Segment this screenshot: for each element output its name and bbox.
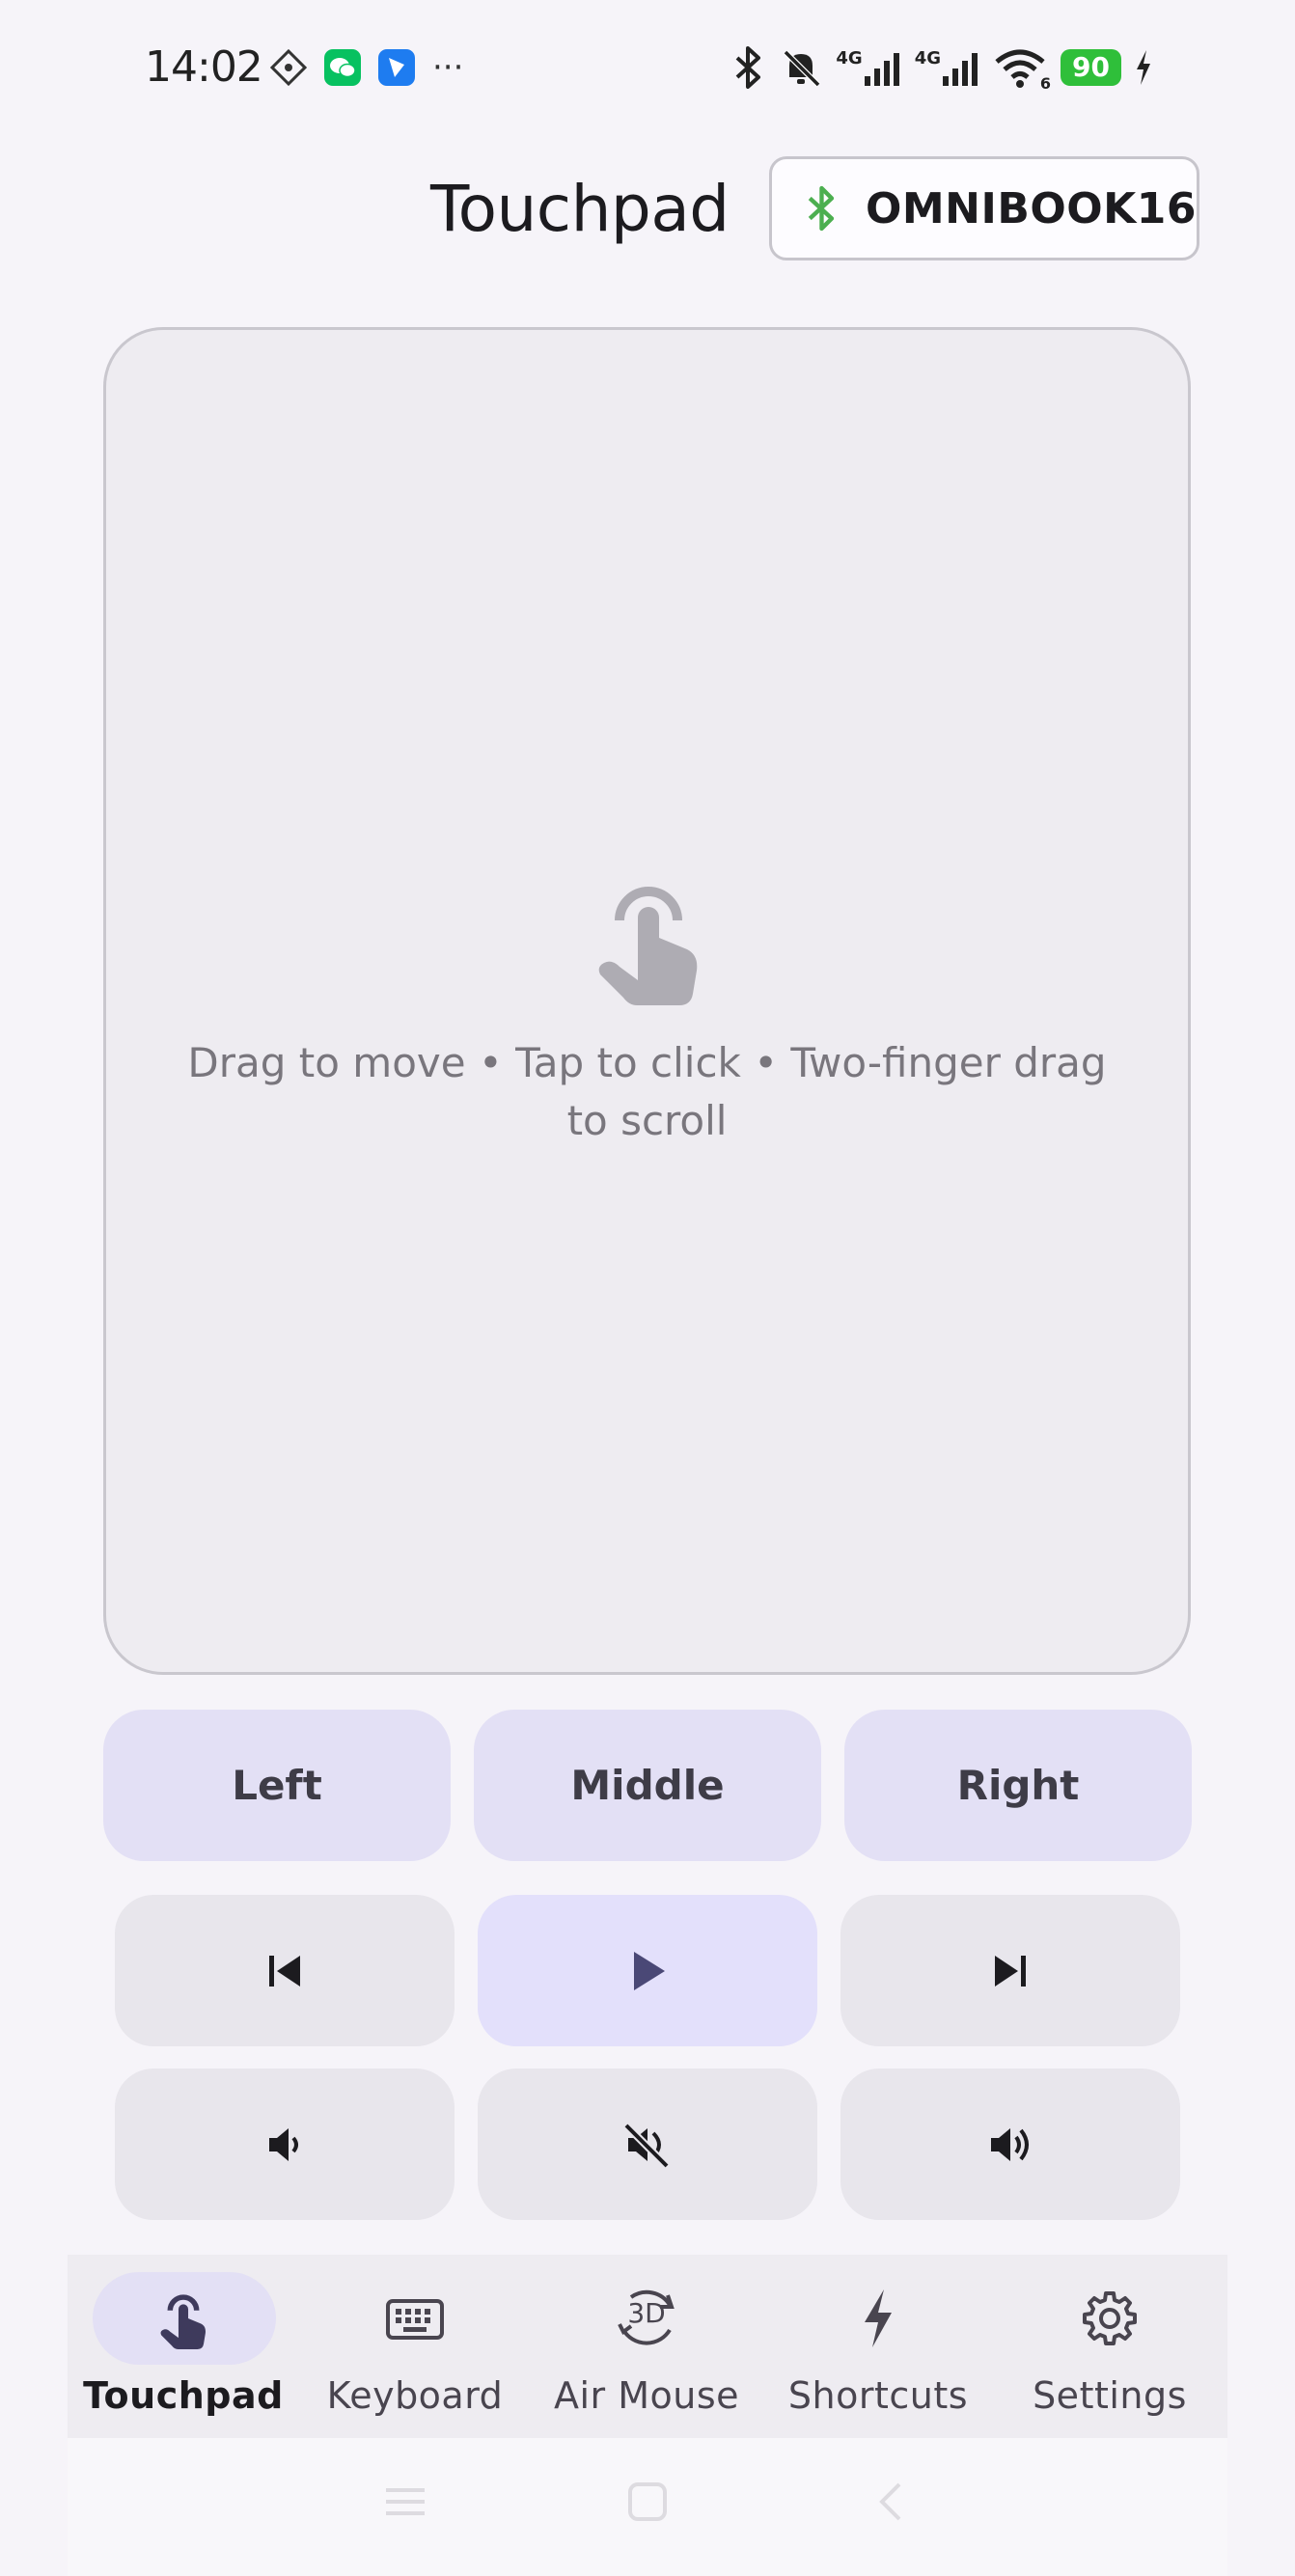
lark-icon: [378, 49, 415, 86]
bottom-navigation: Touchpad Keyboard 3D Air Mouse Shortcuts…: [68, 2255, 1227, 2438]
status-time: 14:02: [145, 42, 263, 92]
volume-down-icon: [269, 2127, 298, 2161]
nav-label: Shortcuts: [787, 2374, 969, 2417]
menu-icon[interactable]: [382, 2479, 428, 2525]
device-name: OMNIBOOK16: [865, 183, 1197, 233]
next-track-button[interactable]: [840, 1895, 1180, 2046]
wallet-icon: [270, 49, 307, 86]
nav-label: Keyboard: [326, 2374, 504, 2417]
left-click-button[interactable]: Left: [103, 1710, 451, 1861]
signal-icon: [943, 52, 978, 86]
bell-muted-icon: [784, 49, 821, 88]
volume-up-button[interactable]: [840, 2069, 1180, 2220]
charging-icon: [1137, 50, 1150, 85]
volume-up-icon: [991, 2127, 1029, 2161]
signal-icon: [864, 52, 899, 86]
3d-icon-text: 3D: [627, 2297, 666, 2329]
network-label: 4G: [914, 47, 942, 69]
nav-label: Settings: [1033, 2374, 1187, 2417]
button-label: Middle: [570, 1762, 725, 1809]
volume-mute-icon: [623, 2122, 670, 2168]
device-button[interactable]: OMNIBOOK16: [769, 156, 1199, 260]
network-label: 4G: [836, 47, 863, 69]
nav-label: Touchpad: [83, 2374, 284, 2417]
nav-label: Air Mouse: [553, 2374, 740, 2417]
nav-item-settings[interactable]: Settings: [994, 2255, 1226, 2438]
mute-button[interactable]: [478, 2069, 817, 2220]
bolt-icon: [865, 2289, 892, 2347]
button-label: Right: [956, 1762, 1080, 1809]
status-overflow: ···: [432, 48, 464, 87]
button-label: Left: [232, 1762, 322, 1809]
touchpad-hint: Drag to move • Tap to click • Two-finger…: [187, 1039, 1107, 1144]
bluetooth-icon: [808, 185, 835, 232]
status-left-icons: ···: [270, 48, 463, 87]
skip-previous-icon: [269, 1955, 300, 1987]
skip-next-icon: [995, 1955, 1026, 1987]
touch-hand-icon: [160, 2294, 206, 2349]
wifi-sub-label: 6: [1039, 74, 1052, 93]
nav-item-air-mouse[interactable]: 3D Air Mouse: [531, 2255, 762, 2438]
bluetooth-status-icon: [736, 46, 761, 89]
play-pause-button[interactable]: [478, 1895, 817, 2046]
system-navigation-bar: [68, 2438, 1227, 2576]
play-icon: [634, 1951, 665, 1990]
touch-hand-icon: [598, 887, 698, 1005]
nav-item-shortcuts[interactable]: Shortcuts: [762, 2255, 994, 2438]
previous-track-button[interactable]: [115, 1895, 455, 2046]
status-right-icons: 4G 4G 6 90: [731, 46, 1152, 93]
middle-click-button[interactable]: Middle: [474, 1710, 821, 1861]
back-icon[interactable]: [868, 2479, 915, 2525]
wechat-icon: [324, 49, 361, 86]
keyboard-icon: [386, 2299, 444, 2340]
nav-item-keyboard[interactable]: Keyboard: [299, 2255, 531, 2438]
home-icon[interactable]: [624, 2479, 671, 2525]
volume-down-button[interactable]: [115, 2069, 455, 2220]
right-click-button[interactable]: Right: [844, 1710, 1192, 1861]
battery-level: 90: [1061, 49, 1121, 86]
nav-item-touchpad[interactable]: Touchpad: [68, 2255, 299, 2438]
page-title: Touchpad: [430, 172, 730, 246]
wifi-icon: [995, 49, 1045, 88]
touchpad-area[interactable]: Drag to move • Tap to click • Two-finger…: [103, 327, 1191, 1675]
gear-icon: [1083, 2291, 1137, 2345]
